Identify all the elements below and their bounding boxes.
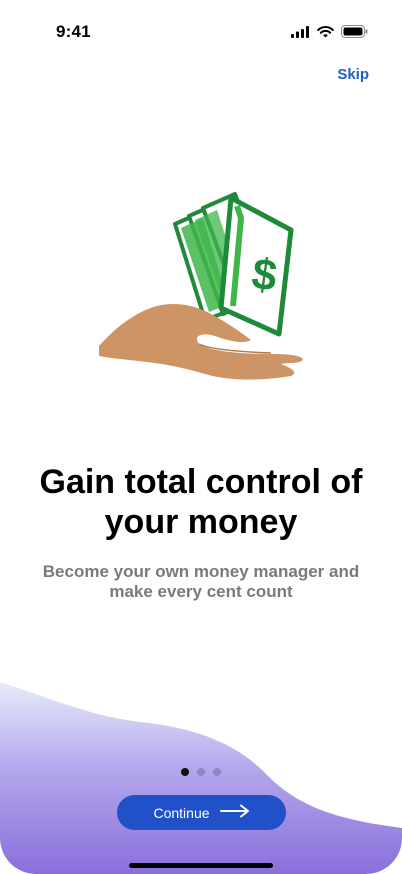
status-time: 9:41 (56, 22, 91, 41)
wifi-icon (317, 25, 334, 43)
page-dot-active[interactable] (181, 768, 189, 776)
home-indicator[interactable] (129, 863, 273, 868)
onboarding-screen: 9:41 Skip $ Gain total control of your m… (0, 0, 402, 874)
cellular-signal-icon (291, 25, 310, 43)
status-icons (291, 25, 368, 43)
arrow-right-icon (219, 804, 250, 821)
battery-icon (341, 25, 368, 43)
skip-button[interactable]: Skip (337, 66, 369, 83)
page-dot[interactable] (197, 768, 205, 776)
continue-button[interactable]: Continue (117, 795, 286, 830)
status-bar: 9:41 (0, 0, 402, 62)
hand-holding-money-icon: $ (95, 188, 307, 384)
page-dot[interactable] (213, 768, 221, 776)
page-indicator (0, 768, 402, 776)
onboarding-headline: Gain total control of your money (39, 463, 363, 541)
continue-label: Continue (153, 804, 210, 821)
onboarding-subtitle: Become your own money manager and make e… (42, 562, 360, 601)
